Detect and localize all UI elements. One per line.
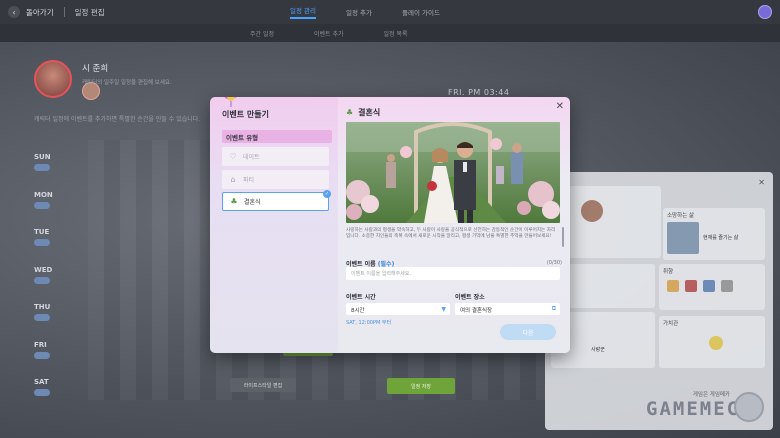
day-label: TUE xyxy=(34,228,50,236)
item-thumb xyxy=(685,280,697,292)
game-clock: FRI. PM 03:44 xyxy=(448,88,510,97)
next-button[interactable]: 다음 xyxy=(500,324,556,340)
day-label: SAT xyxy=(34,378,49,386)
event-type-column: 이벤트 만들기 이벤트 유형 ♡ 데이트 ⌂ 파티 ♣ 결혼식 ✓ xyxy=(210,97,338,353)
day-label: MON xyxy=(34,190,53,199)
item-thumb xyxy=(703,280,715,292)
wedding-icon: ♣ xyxy=(230,197,238,206)
profile-thumb xyxy=(581,200,603,222)
chevron-down-icon: ▼ xyxy=(441,306,446,313)
event-title: ♣ 결혼식 xyxy=(346,107,380,118)
watermark-badge xyxy=(734,392,764,422)
day-toggle[interactable] xyxy=(34,314,50,321)
day-tue: TUE xyxy=(34,228,53,266)
back-button[interactable]: ‹ 돌아가기 xyxy=(8,6,54,18)
char-counter: (0/30) xyxy=(546,260,562,266)
event-title-text: 결혼식 xyxy=(358,108,381,117)
subtab-list[interactable]: 일정 목록 xyxy=(384,29,408,38)
item-thumb xyxy=(721,280,733,292)
event-place-select[interactable]: 여의 결혼식장 ⧉ xyxy=(455,303,560,315)
balloon-icon xyxy=(224,97,237,107)
description-scrollbar[interactable] xyxy=(562,227,564,247)
user-avatar-icon[interactable] xyxy=(758,5,772,19)
day-label: FRI xyxy=(34,340,47,349)
day-sat: SAT xyxy=(34,378,53,416)
event-type-label: 데이트 xyxy=(243,154,260,161)
character-description: 캐릭터의 일주일 일정을 편집해 보세요. xyxy=(82,80,172,86)
tab-schedule[interactable]: 일정 관리 xyxy=(290,5,316,19)
day-label: SUN xyxy=(34,153,51,161)
value-thumb xyxy=(709,336,723,350)
day-mon: MON xyxy=(34,191,53,229)
event-type-label: 결혼식 xyxy=(244,199,261,206)
tab-play-guide[interactable]: 플레이 가이드 xyxy=(402,7,440,17)
item-thumb xyxy=(667,280,679,292)
event-time-hint: SAT, 12:00PM 부터 xyxy=(346,320,392,326)
event-description: 사랑하는 사람과의 평생을 약속하고, 두 사람이 사랑을 공식적으로 선언하는… xyxy=(346,228,556,240)
day-wed: WED xyxy=(34,266,53,304)
watermark: 게임은 게임메카 GAMEMECA xyxy=(646,390,764,424)
day-label: THU xyxy=(34,303,51,311)
external-link-icon: ⧉ xyxy=(551,305,556,312)
info-line: 캐릭터 일정에 이벤트를 추가하면 특별한 순간을 만들 수 있습니다. xyxy=(34,116,201,123)
save-schedule-button[interactable]: 일정 저장 xyxy=(387,378,455,394)
wish-thumb xyxy=(667,222,699,254)
wedding-icon: ♣ xyxy=(346,108,354,117)
event-place-label: 이벤트 장소 xyxy=(455,294,485,301)
chevron-left-icon: ‹ xyxy=(8,6,20,18)
event-type-party[interactable]: ⌂ 파티 xyxy=(222,170,329,189)
value-card-title: 가치관 xyxy=(663,321,679,327)
event-type-label: 파티 xyxy=(243,177,255,184)
character-name: 시 준희 xyxy=(82,64,109,74)
subtab-weekly[interactable]: 주간 일정 xyxy=(250,29,274,38)
create-event-modal: 이벤트 만들기 이벤트 유형 ♡ 데이트 ⌂ 파티 ♣ 결혼식 ✓ ✕ ♣ 결혼… xyxy=(210,97,570,353)
back-label: 돌아가기 xyxy=(26,7,54,17)
event-type-wedding[interactable]: ♣ 결혼식 ✓ xyxy=(222,190,331,211)
wish-card-title: 소망하는 삶 xyxy=(667,213,695,219)
day-label: WED xyxy=(34,265,53,274)
tab-add-schedule[interactable]: 일정 추가 xyxy=(346,7,372,17)
event-time-value: 8시간 xyxy=(351,307,365,314)
close-icon[interactable]: ✕ xyxy=(556,101,564,112)
close-icon[interactable]: ✕ xyxy=(758,178,765,187)
subtab-add-event[interactable]: 이벤트 추가 xyxy=(314,29,344,38)
appearance-text: 사랑꾼 xyxy=(591,347,605,353)
day-toggle[interactable] xyxy=(34,351,50,359)
day-toggle[interactable] xyxy=(34,276,50,284)
day-thu: THU xyxy=(34,303,53,341)
day-toggle[interactable] xyxy=(34,164,50,171)
taste-card: 취향 xyxy=(659,264,765,310)
sub-bar: 주간 일정 이벤트 추가 일정 목록 xyxy=(0,24,780,42)
day-toggle[interactable] xyxy=(34,389,50,396)
top-tabs: 일정 관리 일정 추가 플레이 가이드 xyxy=(290,0,440,24)
event-time-select[interactable]: 8시간 ▼ xyxy=(346,303,450,315)
taste-card-title: 취향 xyxy=(663,269,674,275)
day-fri: FRI xyxy=(34,341,53,379)
modal-title: 이벤트 만들기 xyxy=(222,110,269,119)
event-name-input[interactable] xyxy=(346,267,560,280)
cake-icon: ⌂ xyxy=(230,175,236,184)
top-bar: ‹ 돌아가기 일정 편집 일정 관리 일정 추가 플레이 가이드 xyxy=(0,0,780,24)
event-type-date[interactable]: ♡ 데이트 xyxy=(222,147,329,166)
lifestyle-edit-button[interactable]: 라이프스타일 편집 xyxy=(230,378,296,392)
event-time-label: 이벤트 시간 xyxy=(346,294,376,301)
event-photo xyxy=(346,122,560,223)
heart-icon: ♡ xyxy=(229,152,237,161)
day-toggle[interactable] xyxy=(34,239,50,246)
page-subtitle: 일정 편집 xyxy=(74,7,105,17)
divider xyxy=(63,7,65,17)
watermark-tagline: 게임은 게임메카 xyxy=(692,392,730,398)
day-toggle[interactable] xyxy=(34,201,50,209)
event-detail-column: ✕ ♣ 결혼식 사랑하는 사람과의 평생을 약속하고, 두 사람이 사랑을 공식… xyxy=(338,97,570,353)
day-sun: SUN xyxy=(34,153,53,191)
value-card: 가치관 xyxy=(659,316,765,368)
check-icon: ✓ xyxy=(323,190,331,198)
event-place-value: 여의 결혼식장 xyxy=(460,307,493,314)
event-type-header: 이벤트 유형 xyxy=(222,130,332,143)
wedding-scene-image xyxy=(346,122,560,223)
wish-card: 소망하는 삶 현재를 즐기는 삶 xyxy=(663,208,765,260)
wish-text: 현재를 즐기는 삶 xyxy=(703,235,739,241)
day-list: SUN MON TUE WED THU FRI SAT xyxy=(34,153,53,416)
